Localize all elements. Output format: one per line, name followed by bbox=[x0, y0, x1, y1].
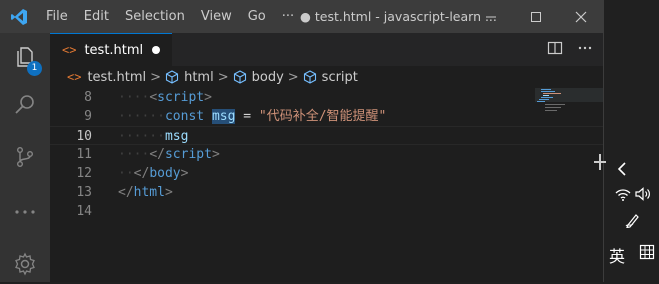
code-token: </ bbox=[133, 166, 150, 181]
line-number: 8 bbox=[84, 90, 92, 105]
unsaved-dot-icon[interactable] bbox=[152, 46, 160, 54]
breadcrumb-html[interactable]: html bbox=[165, 70, 214, 85]
tab-test-html[interactable]: <> test.html bbox=[50, 33, 172, 66]
maximize-button[interactable] bbox=[513, 0, 558, 33]
code-line[interactable]: 14 bbox=[50, 202, 603, 221]
menu-file[interactable]: File bbox=[38, 0, 76, 33]
indent-whitespace: ·· bbox=[118, 166, 134, 181]
source-control-icon[interactable] bbox=[0, 137, 50, 177]
close-icon bbox=[575, 11, 586, 22]
line-number: 11 bbox=[76, 147, 92, 162]
code-editor[interactable]: 8 ····<script> 9 ······const msg = "代码补全/智能… bbox=[50, 88, 603, 282]
code-token: msg bbox=[164, 129, 189, 144]
title-bar: File Edit Selection View Go ··· ● test.h… bbox=[0, 0, 603, 33]
pen-input-icon[interactable] bbox=[624, 211, 642, 229]
html-file-icon: <> bbox=[62, 43, 77, 57]
chevron-right-icon: > bbox=[287, 69, 299, 85]
maximize-icon bbox=[530, 11, 541, 22]
code-token: > bbox=[180, 166, 189, 181]
ime-language-indicator[interactable]: 英 bbox=[609, 243, 625, 267]
split-editor-icon[interactable] bbox=[547, 40, 563, 60]
chevron-left-icon[interactable] bbox=[614, 161, 630, 177]
menu-edit[interactable]: Edit bbox=[76, 0, 117, 33]
menu-more[interactable]: ··· bbox=[274, 0, 302, 33]
line-text: </html> bbox=[118, 183, 173, 202]
menu-view[interactable]: View bbox=[193, 0, 240, 33]
breadcrumb-body[interactable]: body bbox=[233, 70, 284, 85]
code-line[interactable]: 10 ······msg bbox=[50, 126, 603, 145]
code-token: </ bbox=[149, 147, 165, 162]
vscode-logo-icon[interactable] bbox=[0, 0, 38, 33]
minimize-button[interactable] bbox=[468, 0, 513, 33]
symbol-element-icon bbox=[233, 70, 246, 84]
line-text: ····</script> bbox=[118, 145, 220, 164]
indent-whitespace: ······ bbox=[118, 109, 165, 124]
more-icon[interactable] bbox=[0, 192, 50, 232]
code-token: "代码补全/智能提醒" bbox=[258, 109, 387, 124]
more-actions-icon[interactable] bbox=[577, 40, 593, 60]
breadcrumb: <> test.html > html > body > script bbox=[50, 66, 603, 88]
breadcrumb-script[interactable]: script bbox=[303, 70, 358, 85]
code-token: > bbox=[211, 147, 220, 162]
chevron-right-icon: > bbox=[217, 69, 229, 85]
line-text: ······msg bbox=[118, 127, 188, 146]
tab-bar: <> test.html bbox=[50, 33, 603, 66]
window-controls bbox=[468, 0, 603, 33]
line-number: 10 bbox=[76, 129, 92, 144]
code-token: const bbox=[164, 109, 212, 124]
indent-whitespace: ···· bbox=[118, 147, 150, 162]
code-token: = bbox=[235, 109, 259, 124]
symbol-element-icon bbox=[166, 70, 179, 84]
system-tray-panel: 英 bbox=[594, 0, 659, 282]
code-token: body bbox=[149, 166, 181, 181]
activity-bar: 1 bbox=[0, 33, 50, 282]
close-button[interactable] bbox=[558, 0, 603, 33]
editor-actions bbox=[547, 33, 593, 66]
explorer-badge: 1 bbox=[27, 61, 42, 76]
breadcrumb-file[interactable]: <> test.html bbox=[67, 70, 146, 85]
html-file-icon: <> bbox=[67, 70, 82, 84]
code-token: script bbox=[157, 90, 205, 105]
vscode-window: File Edit Selection View Go ··· ● test.h… bbox=[0, 0, 604, 282]
menu-selection[interactable]: Selection bbox=[117, 0, 193, 33]
indent-whitespace: ······ bbox=[118, 129, 165, 144]
code-token: > bbox=[164, 185, 173, 200]
search-icon[interactable] bbox=[0, 85, 50, 125]
minimize-icon bbox=[485, 16, 496, 17]
line-text: ··</body> bbox=[118, 164, 188, 183]
volume-icon[interactable] bbox=[634, 186, 652, 202]
code-line[interactable]: 12 ··</body> bbox=[50, 164, 603, 183]
settings-gear-icon[interactable] bbox=[0, 244, 50, 284]
line-text: ····<script> bbox=[118, 88, 212, 107]
code-line[interactable]: 13 </html> bbox=[50, 183, 603, 202]
tab-label: test.html bbox=[84, 42, 144, 58]
ime-grid-icon[interactable] bbox=[638, 243, 656, 261]
code-token: html bbox=[133, 185, 165, 200]
code-token: > bbox=[204, 90, 212, 105]
line-number: 12 bbox=[76, 166, 92, 181]
code-line[interactable]: 8 ····<script> bbox=[50, 88, 603, 107]
code-token: </ bbox=[118, 185, 134, 200]
indent-whitespace: ···· bbox=[118, 90, 150, 105]
line-text: ······const msg = "代码补全/智能提醒" bbox=[118, 107, 386, 126]
line-number: 13 bbox=[76, 185, 92, 200]
code-line[interactable]: 11 ····</script> bbox=[50, 145, 603, 164]
explorer-icon[interactable]: 1 bbox=[0, 37, 50, 77]
chevron-right-icon: > bbox=[150, 69, 162, 85]
code-line[interactable]: 9 ······const msg = "代码补全/智能提醒" bbox=[50, 107, 603, 126]
code-token: < bbox=[149, 90, 158, 105]
sash-handle-icon[interactable] bbox=[593, 150, 607, 174]
symbol-element-icon bbox=[303, 70, 316, 84]
code-token: msg bbox=[211, 109, 236, 124]
line-number: 14 bbox=[76, 204, 92, 219]
line-number: 9 bbox=[84, 109, 92, 124]
wifi-icon[interactable] bbox=[614, 186, 632, 202]
menu-go[interactable]: Go bbox=[240, 0, 274, 33]
menu-bar: File Edit Selection View Go ··· bbox=[38, 0, 302, 33]
code-token: script bbox=[164, 147, 212, 162]
